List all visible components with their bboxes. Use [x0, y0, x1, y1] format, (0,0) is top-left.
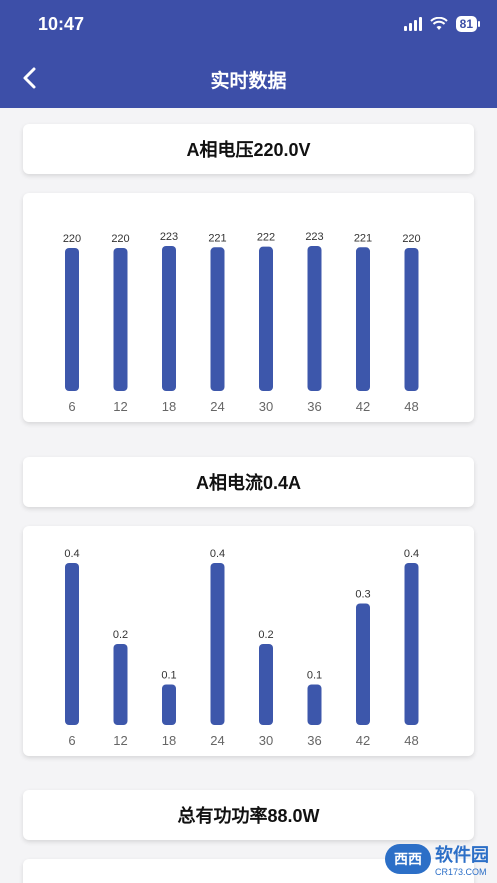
chart-bar [356, 247, 370, 391]
x-tick-label: 30 [259, 399, 273, 414]
bar-value-label: 0.4 [404, 548, 419, 560]
x-tick-label: 36 [307, 399, 321, 414]
current-title-card: A相电流0.4A [23, 457, 474, 507]
chart-bar [404, 247, 419, 391]
x-tick-label: 30 [259, 733, 273, 748]
chart-bar [65, 563, 79, 725]
bar-value-label: 0.4 [210, 548, 225, 560]
x-tick-label: 48 [404, 399, 418, 414]
x-tick-label: 24 [210, 399, 224, 414]
chart-bar [162, 684, 176, 725]
bar-value-label: 220 [111, 233, 129, 245]
bar-value-label: 0.1 [161, 670, 176, 682]
bar-value-label: 222 [257, 232, 275, 244]
current-chart-card: 0.4 6 0.2 12 0.1 18 0.4 24 0.2 30 0.1 36 0.3 42 0.4 48 [23, 526, 474, 756]
x-tick-label: 36 [307, 733, 321, 748]
chart-bar [162, 246, 176, 391]
voltage-title-card: A相电压220.0V [23, 124, 474, 174]
chart-bar [307, 684, 322, 725]
x-tick-label: 48 [404, 733, 418, 748]
watermark-logo: 西西 [385, 844, 431, 874]
bar-value-label: 0.4 [64, 548, 79, 560]
bar-value-label: 0.1 [307, 670, 322, 682]
status-icons: 81 [403, 16, 481, 32]
bar-value-label: 0.2 [258, 629, 273, 641]
power-title: 总有功功率88.0W [177, 806, 320, 826]
x-tick-label: 6 [68, 399, 75, 414]
bar-value-label: 220 [402, 233, 420, 245]
wifi-icon [429, 17, 448, 30]
chart-bar [259, 246, 273, 391]
cellular-signal-icon [403, 17, 422, 31]
battery-level: 81 [459, 17, 473, 31]
current-chart: 0.4 6 0.2 12 0.1 18 0.4 24 0.2 30 0.1 36 0.3 42 0.4 48 [64, 548, 419, 748]
app-header: 10:47 81 实时数据 [0, 0, 497, 108]
bar-value-label: 221 [208, 232, 226, 244]
watermark-sub: CR173.COM [435, 867, 487, 877]
chart-bar [210, 563, 225, 725]
chart-bar [113, 247, 128, 391]
status-time: 10:47 [38, 14, 85, 34]
bar-value-label: 223 [305, 231, 323, 243]
x-tick-label: 12 [113, 399, 127, 414]
bar-value-label: 220 [63, 233, 81, 245]
x-tick-label: 42 [356, 733, 370, 748]
chart-bar [307, 246, 322, 391]
x-tick-label: 24 [210, 733, 224, 748]
chart-bar [259, 644, 273, 725]
bar-value-label: 0.3 [355, 589, 370, 601]
battery-icon: 81 [455, 16, 481, 32]
voltage-title: A相电压220.0V [186, 140, 311, 160]
voltage-chart: 220 6 220 12 223 18 221 24 222 30 223 36 221 42 220 48 [63, 231, 421, 414]
bar-value-label: 221 [354, 232, 372, 244]
current-title: A相电流0.4A [195, 473, 302, 493]
chart-bar [113, 644, 128, 725]
power-title-card: 总有功功率88.0W [23, 790, 474, 840]
watermark-text: 软件园 [435, 845, 489, 865]
chart-bar [210, 247, 225, 391]
x-tick-label: 6 [68, 733, 75, 748]
watermark: 西西 软件园 CR173.COM [385, 841, 489, 877]
x-tick-label: 12 [113, 733, 127, 748]
x-tick-label: 18 [162, 733, 176, 748]
chart-bar [404, 563, 419, 725]
bar-value-label: 223 [160, 231, 178, 243]
bar-value-label: 0.2 [113, 629, 128, 641]
x-tick-label: 42 [356, 399, 370, 414]
chart-bar [65, 247, 79, 391]
x-tick-label: 18 [162, 399, 176, 414]
voltage-chart-card: 220 6 220 12 223 18 221 24 222 30 223 36 221 42 220 48 [23, 193, 474, 422]
chart-bar [356, 603, 370, 725]
page-title: 实时数据 [210, 71, 287, 92]
